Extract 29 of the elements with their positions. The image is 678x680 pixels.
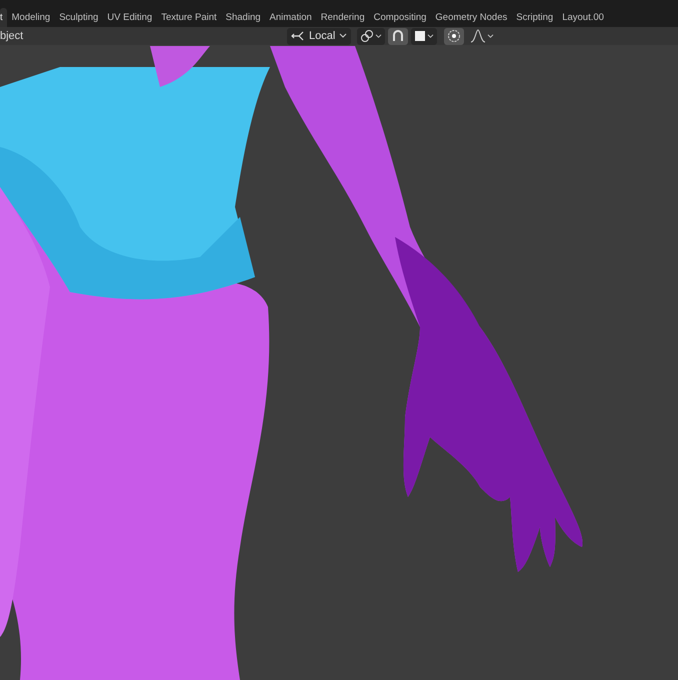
caret-icon (375, 34, 382, 38)
object-mode-label[interactable]: bject (0, 30, 284, 42)
caret-icon (427, 34, 434, 38)
workspace-tab[interactable]: UV Editing (102, 8, 157, 27)
workspace-tab[interactable]: Compositing (369, 8, 431, 27)
workspace-tab[interactable]: Animation (265, 8, 316, 27)
square-icon (414, 30, 426, 42)
workspace-tab[interactable]: Scripting (512, 8, 558, 27)
orientation-label: Local (309, 30, 336, 42)
workspace-tab[interactable]: Rendering (316, 8, 370, 27)
snap-toggle[interactable] (388, 28, 408, 44)
caret-icon (339, 33, 348, 39)
workspace-tab[interactable]: Geometry Nodes (430, 8, 512, 27)
caret-icon (487, 34, 494, 38)
link-icon (360, 29, 374, 43)
proportional-editing-toggle[interactable] (444, 28, 464, 44)
falloff-curve-icon (470, 29, 486, 43)
magnet-icon (391, 29, 406, 43)
workspace-tab[interactable]: Layout.00 (558, 8, 608, 27)
workspace-tab[interactable]: Shading (221, 8, 266, 27)
workspace-tab[interactable]: Modeling (7, 8, 55, 27)
transform-orientation-dropdown[interactable]: Local (287, 28, 352, 44)
orientation-icon (291, 30, 305, 42)
workspace-tab[interactable]: t (0, 8, 8, 27)
proportional-editing-icon (447, 29, 462, 43)
workspace-tab[interactable]: Sculpting (54, 8, 103, 27)
pivot-button[interactable] (357, 28, 386, 44)
snap-target-button[interactable] (411, 28, 438, 44)
workspace-tab[interactable]: Texture Paint (156, 8, 222, 27)
